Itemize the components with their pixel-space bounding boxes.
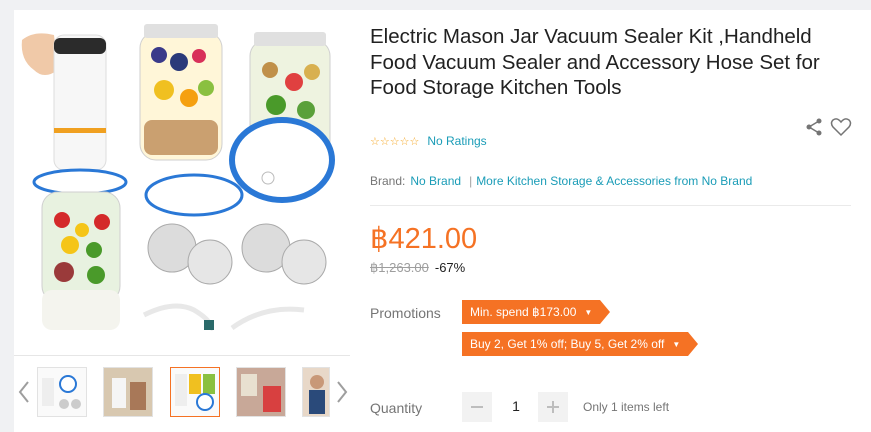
- promo-tag-body: Min. spend ฿173.00 ▼: [462, 300, 601, 324]
- thumbnail-4[interactable]: [236, 367, 286, 417]
- quantity-value[interactable]: 1: [498, 398, 534, 414]
- main-product-image[interactable]: [14, 10, 350, 350]
- promo-tag-body: Buy 2, Get 1% off; Buy 5, Get 2% off ▼: [462, 332, 689, 356]
- promo-tag-bulk-discount[interactable]: Buy 2, Get 1% off; Buy 5, Get 2% off ▼: [462, 332, 699, 356]
- star-rating-icon: ☆☆☆☆☆: [370, 135, 420, 148]
- promo-tag-tip: [600, 300, 611, 324]
- thumbnail-2[interactable]: [103, 367, 153, 417]
- original-price: ฿1,263.00: [370, 260, 429, 275]
- thumbnail-1[interactable]: [37, 367, 87, 417]
- promo-tag-text: Buy 2, Get 1% off; Buy 5, Get 2% off: [470, 337, 665, 351]
- promotions-label: Promotions: [370, 305, 441, 321]
- plus-icon: [547, 401, 559, 413]
- chevron-down-icon: ▼: [584, 307, 593, 317]
- more-from-brand-link[interactable]: More Kitchen Storage & Accessories from …: [476, 174, 752, 188]
- chevron-down-icon: ▼: [672, 339, 681, 349]
- discount-percent: -67%: [434, 260, 466, 275]
- promo-tag-tip: [688, 332, 699, 356]
- gallery-divider: [14, 355, 350, 356]
- current-price: ฿421.00: [370, 223, 478, 255]
- ratings-link[interactable]: No Ratings: [427, 134, 486, 148]
- stock-note: Only 1 items left: [583, 400, 670, 414]
- brand-separator: |: [469, 174, 473, 188]
- promo-tag-text: Min. spend ฿173.00: [470, 305, 577, 319]
- product-illustration: [21, 24, 335, 332]
- thumbnail-3[interactable]: [170, 367, 220, 417]
- quantity-label: Quantity: [370, 400, 423, 416]
- chevron-right-icon[interactable]: [334, 378, 350, 406]
- chevron-left-icon[interactable]: [16, 378, 32, 406]
- thumbnail-5[interactable]: [302, 367, 330, 417]
- product-title: Electric Mason Jar Vacuum Sealer Kit ,Ha…: [370, 25, 820, 99]
- brand-row: Brand: No Brand | More Kitchen Storage &…: [370, 174, 752, 188]
- brand-link[interactable]: No Brand: [410, 174, 461, 188]
- brand-label: Brand:: [370, 174, 406, 188]
- share-icon[interactable]: [804, 117, 824, 142]
- original-price-row: ฿1,263.00 -67%: [370, 260, 465, 276]
- quantity-decrease-button[interactable]: [462, 392, 492, 422]
- product-actions: [804, 117, 852, 142]
- promo-tag-min-spend[interactable]: Min. spend ฿173.00 ▼: [462, 300, 611, 324]
- thumbnail-strip: [14, 362, 354, 422]
- rating-row: ☆☆☆☆☆ No Ratings: [370, 133, 487, 149]
- details-divider: [370, 205, 851, 206]
- quantity-increase-button[interactable]: [538, 392, 568, 422]
- minus-icon: [471, 406, 483, 408]
- heart-icon[interactable]: [830, 117, 852, 142]
- product-card: Electric Mason Jar Vacuum Sealer Kit ,Ha…: [14, 10, 871, 432]
